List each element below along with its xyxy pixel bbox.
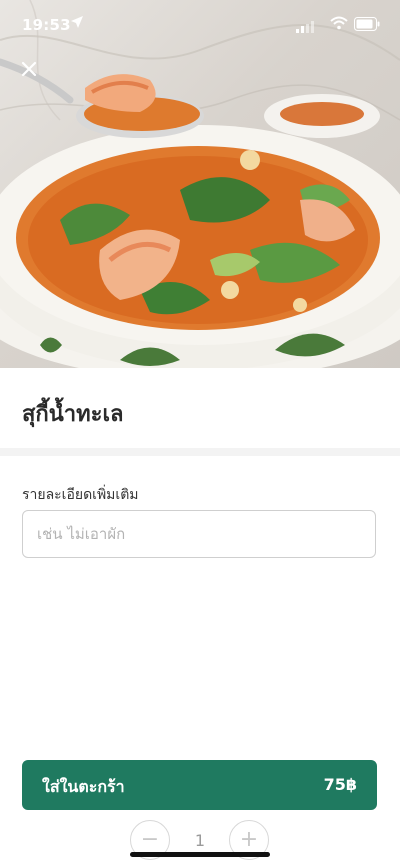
dish-title-section: สุกี้น้ำทะเล bbox=[0, 368, 400, 456]
dish-photo bbox=[0, 0, 400, 368]
close-button[interactable] bbox=[14, 56, 44, 86]
cart-price: 75฿ bbox=[323, 775, 357, 794]
home-indicator[interactable] bbox=[130, 852, 270, 857]
add-to-cart-button[interactable]: ใส่ในตะกร้า 75฿ bbox=[22, 760, 377, 810]
plus-icon: + bbox=[239, 827, 259, 852]
wifi-icon bbox=[330, 16, 348, 34]
location-arrow-icon bbox=[70, 15, 84, 33]
quantity-value: 1 bbox=[194, 831, 206, 850]
cellular-signal-icon bbox=[296, 19, 316, 37]
close-icon bbox=[20, 60, 38, 82]
details-input[interactable] bbox=[22, 510, 376, 558]
status-bar: 19:53 bbox=[0, 0, 400, 50]
dish-title: สุกี้น้ำทะเล bbox=[22, 402, 124, 427]
details-label: รายละเอียดเพิ่มเติม bbox=[22, 487, 139, 503]
battery-icon bbox=[354, 17, 380, 35]
add-to-cart-label: ใส่ในตะกร้า bbox=[42, 777, 125, 796]
minus-icon: − bbox=[140, 827, 160, 852]
status-time: 19:53 bbox=[22, 16, 71, 34]
